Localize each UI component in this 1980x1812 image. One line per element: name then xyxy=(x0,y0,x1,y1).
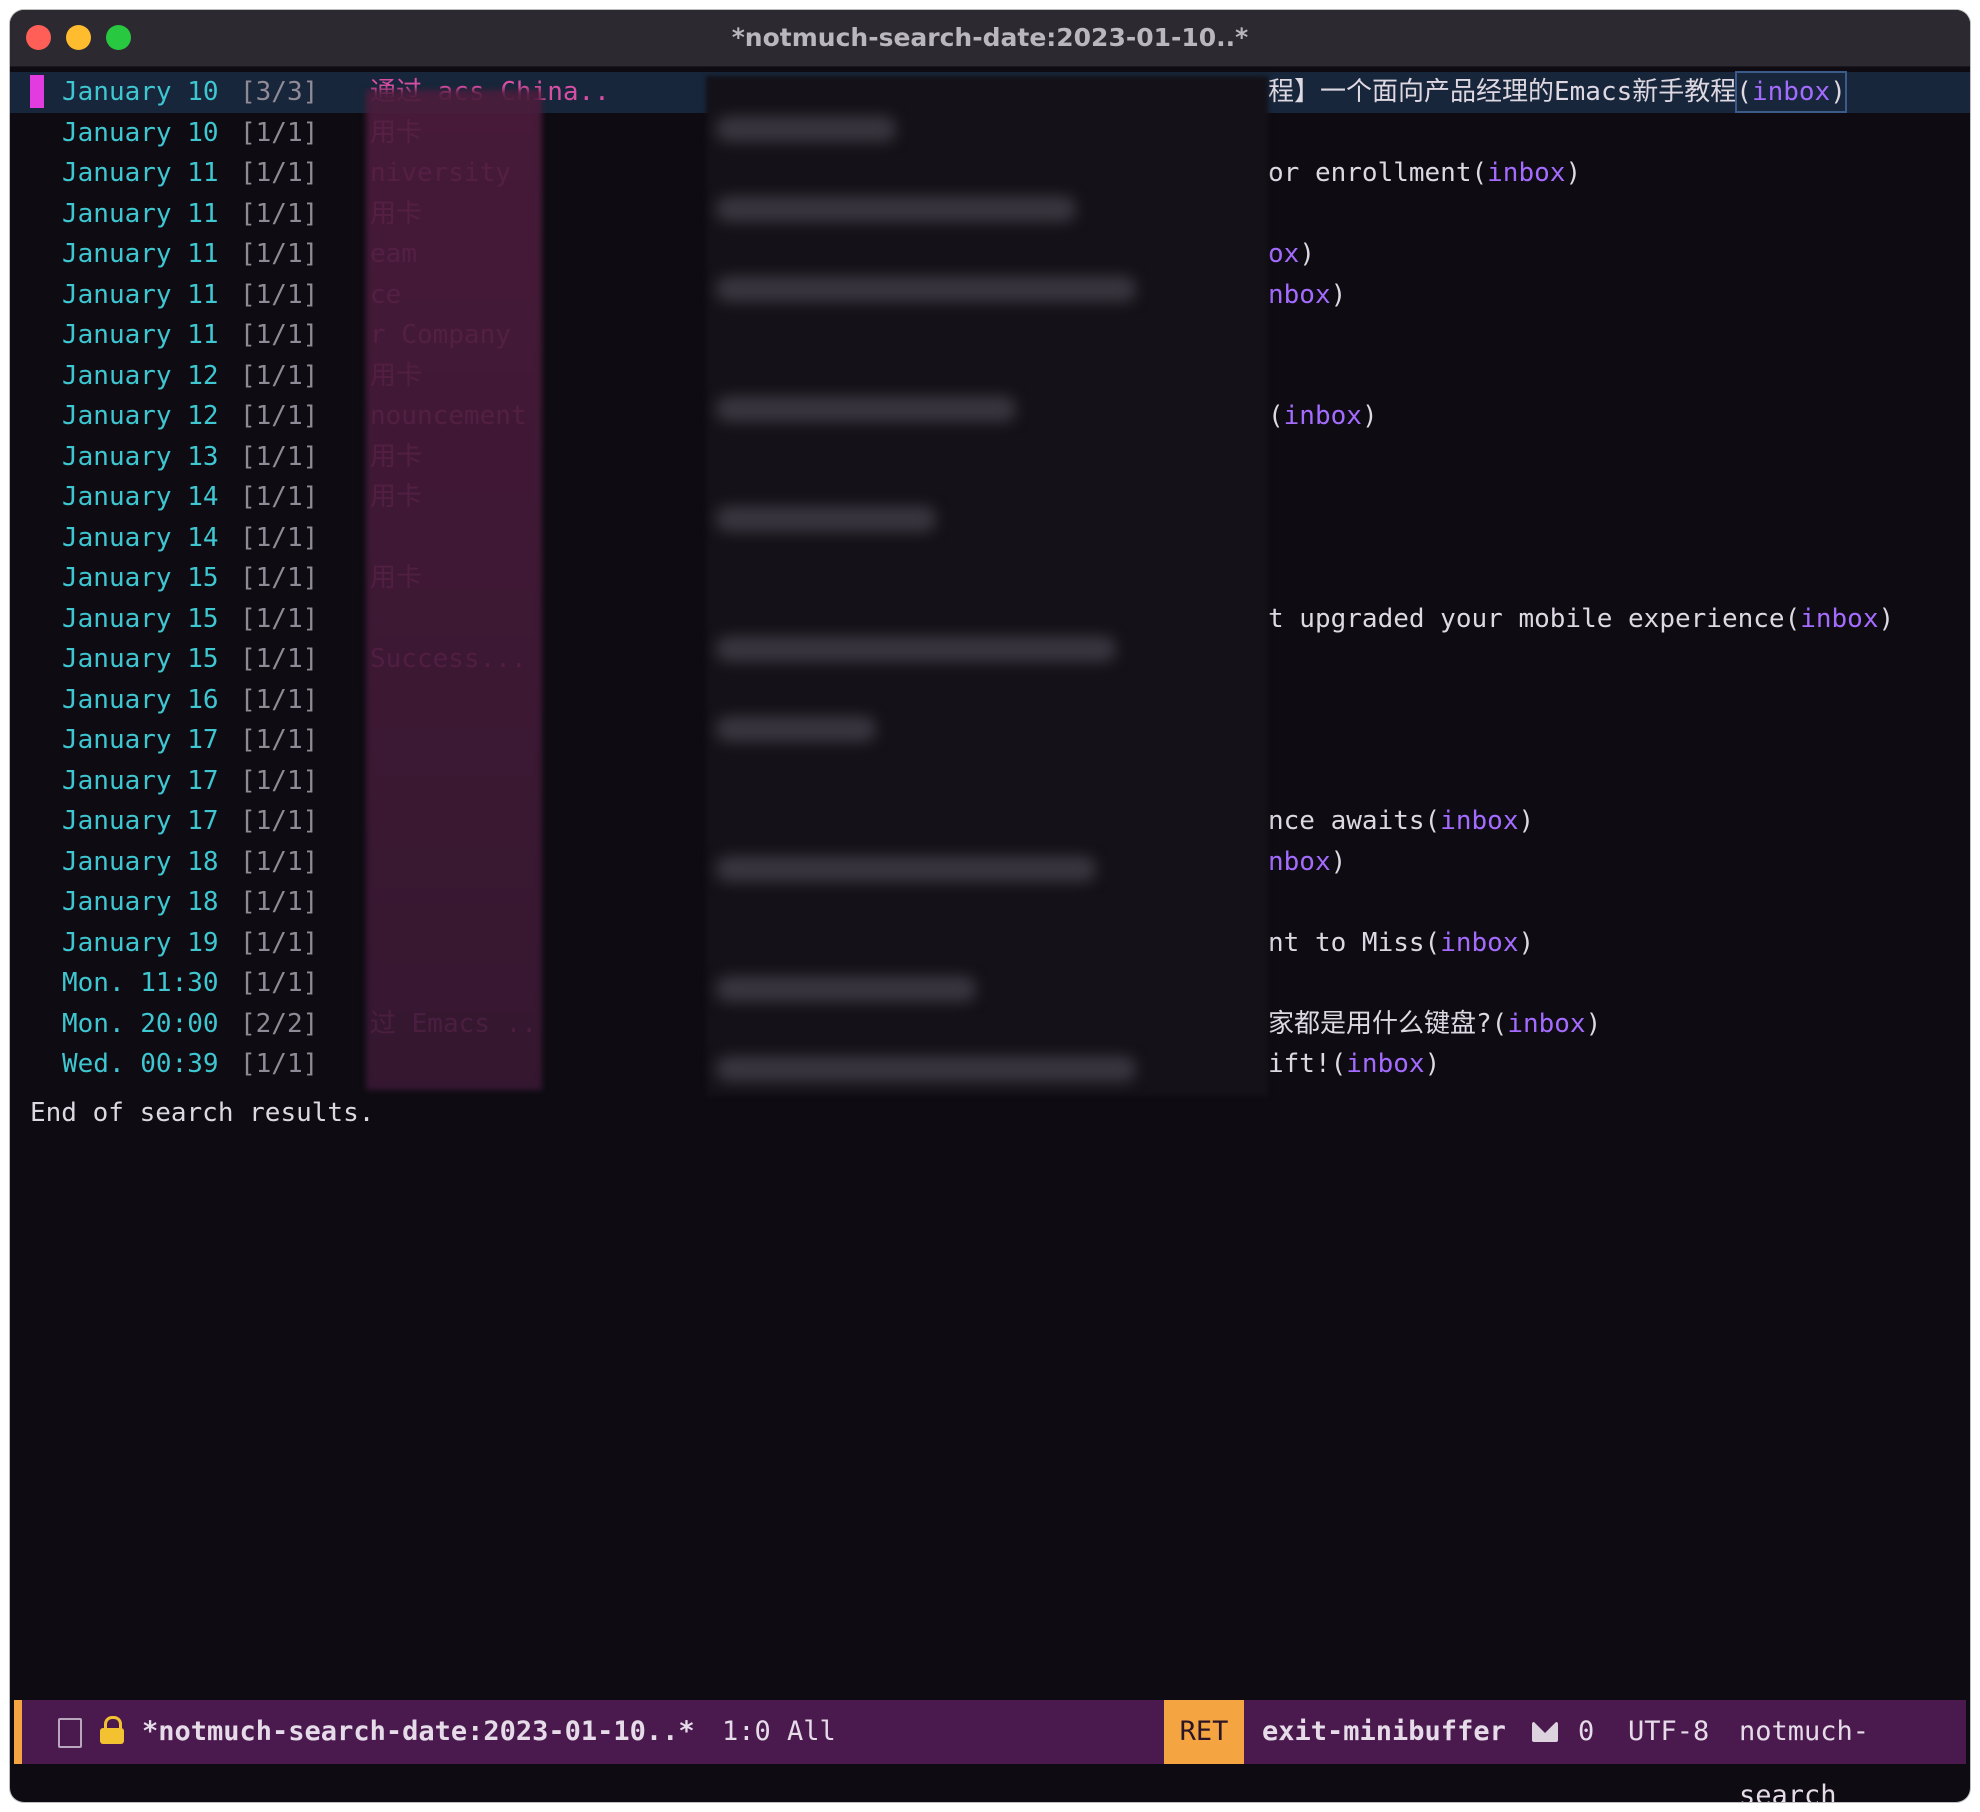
tag-inbox[interactable]: inbox xyxy=(1440,928,1518,958)
result-tags: (inbox) xyxy=(1471,158,1582,188)
result-date: Mon. 11:30 xyxy=(62,968,219,998)
result-tags: nbox) xyxy=(1268,279,1347,310)
result-date: January 12 xyxy=(62,401,219,431)
result-date: January 18 xyxy=(62,887,219,917)
result-tags: ox) xyxy=(1268,239,1315,269)
result-date: January 13 xyxy=(62,441,219,472)
tag-inbox[interactable]: inbox xyxy=(1440,806,1518,836)
result-count: [1/1] xyxy=(240,725,319,755)
tag-inbox[interactable]: ox xyxy=(1268,239,1299,269)
result-count: [1/1] xyxy=(240,684,319,715)
result-count: [1/1] xyxy=(240,644,319,674)
tag-inbox[interactable]: nbox xyxy=(1268,280,1331,310)
result-count: [1/1] xyxy=(240,603,319,634)
result-date: January 11 xyxy=(62,239,219,269)
result-date: January 10 xyxy=(62,77,219,107)
end-of-results: End of search results. xyxy=(30,1098,375,1128)
result-count: [1/1] xyxy=(240,887,319,917)
result-count: [1/1] xyxy=(240,401,319,431)
result-count: [1/1] xyxy=(240,765,319,796)
result-date: January 15 xyxy=(62,644,219,674)
result-date: January 19 xyxy=(62,927,219,958)
window-title: *notmuch-search-date:2023-01-10..* xyxy=(731,23,1249,52)
result-subject: ift! xyxy=(1268,1049,1331,1079)
major-mode: notmuch-search xyxy=(1739,1716,1870,1802)
result-count: [2/2] xyxy=(240,1008,319,1039)
tag-inbox[interactable]: inbox xyxy=(1800,604,1878,634)
tag-inbox[interactable]: inbox xyxy=(1507,1009,1585,1039)
result-date: January 17 xyxy=(62,806,219,836)
result-tags: (inbox) xyxy=(1424,927,1535,958)
result-date: January 15 xyxy=(62,563,219,593)
tag-inbox[interactable]: inbox xyxy=(1284,401,1362,431)
result-tags: (inbox) xyxy=(1424,806,1535,836)
redacted-authors xyxy=(366,90,542,1090)
result-count: [1/1] xyxy=(240,968,319,998)
encoding: UTF-8 xyxy=(1628,1716,1710,1747)
emacs-window: *notmuch-search-date:2023-01-10..* Janua… xyxy=(10,10,1970,1802)
last-key: RET xyxy=(1164,1700,1244,1764)
result-subject: t upgraded your mobile experience xyxy=(1268,603,1785,634)
tag-inbox[interactable]: inbox xyxy=(1487,158,1565,188)
result-count: [1/1] xyxy=(240,563,319,593)
tag-inbox[interactable]: inbox xyxy=(1346,1049,1424,1079)
redacted-subjects xyxy=(706,76,1268,1096)
result-date: January 12 xyxy=(62,360,219,391)
result-count: [1/1] xyxy=(240,279,319,310)
result-date: January 11 xyxy=(62,158,219,188)
result-count: [1/1] xyxy=(240,198,319,229)
result-tags: (inbox) xyxy=(1330,1049,1441,1079)
result-date: January 11 xyxy=(62,279,219,310)
result-count: [1/1] xyxy=(240,360,319,391)
result-date: January 17 xyxy=(62,765,219,796)
result-count: [3/3] xyxy=(240,77,319,107)
mail-icon xyxy=(1532,1722,1558,1742)
result-date: January 11 xyxy=(62,320,219,350)
result-date: January 14 xyxy=(62,522,219,553)
cursor xyxy=(30,75,44,108)
result-date: January 14 xyxy=(62,482,219,512)
result-count: [1/1] xyxy=(240,158,319,188)
last-command: exit-minibuffer xyxy=(1262,1716,1506,1747)
result-count: [1/1] xyxy=(240,1049,319,1079)
result-count: [1/1] xyxy=(240,441,319,472)
result-count: [1/1] xyxy=(240,846,319,877)
result-count: [1/1] xyxy=(240,239,319,269)
result-subject: 程】一个面向产品经理的Emacs新手教程 xyxy=(1268,77,1737,107)
file-icon xyxy=(58,1718,82,1748)
result-count: [1/1] xyxy=(240,927,319,958)
result-subject: nt to Miss xyxy=(1268,927,1425,958)
result-date: Wed. 00:39 xyxy=(62,1049,219,1079)
result-date: January 10 xyxy=(62,117,219,148)
lock-icon xyxy=(100,1716,124,1744)
result-count: [1/1] xyxy=(240,320,319,350)
result-tags: (inbox) xyxy=(1735,71,1847,113)
result-count: [1/1] xyxy=(240,806,319,836)
mail-count: 0 xyxy=(1578,1716,1595,1747)
result-count: [1/1] xyxy=(240,522,319,553)
result-subject: or enrollment xyxy=(1268,158,1472,188)
cursor-position: 1:0 All xyxy=(722,1716,836,1747)
buffer-name: *notmuch-search-date:2023-01-10..* xyxy=(142,1716,695,1747)
result-subject: nce awaits xyxy=(1268,806,1425,836)
result-date: January 17 xyxy=(62,725,219,755)
title-bar: *notmuch-search-date:2023-01-10..* xyxy=(10,10,1970,67)
result-date: January 15 xyxy=(62,603,219,634)
result-tags: (inbox) xyxy=(1491,1008,1602,1039)
tag-inbox[interactable]: inbox xyxy=(1752,77,1830,107)
result-tags: (inbox) xyxy=(1268,401,1378,431)
mode-line: *notmuch-search-date:2023-01-10..* 1:0 A… xyxy=(14,1700,1966,1802)
result-date: Mon. 20:00 xyxy=(62,1008,219,1039)
result-tags: (inbox) xyxy=(1784,603,1895,634)
result-date: January 11 xyxy=(62,198,219,229)
result-date: January 18 xyxy=(62,846,219,877)
result-date: January 16 xyxy=(62,684,219,715)
tag-inbox[interactable]: nbox xyxy=(1268,847,1331,877)
result-count: [1/1] xyxy=(240,117,319,148)
result-tags: nbox) xyxy=(1268,846,1347,877)
result-count: [1/1] xyxy=(240,482,319,512)
result-subject: 家都是用什么键盘? xyxy=(1268,1008,1492,1039)
